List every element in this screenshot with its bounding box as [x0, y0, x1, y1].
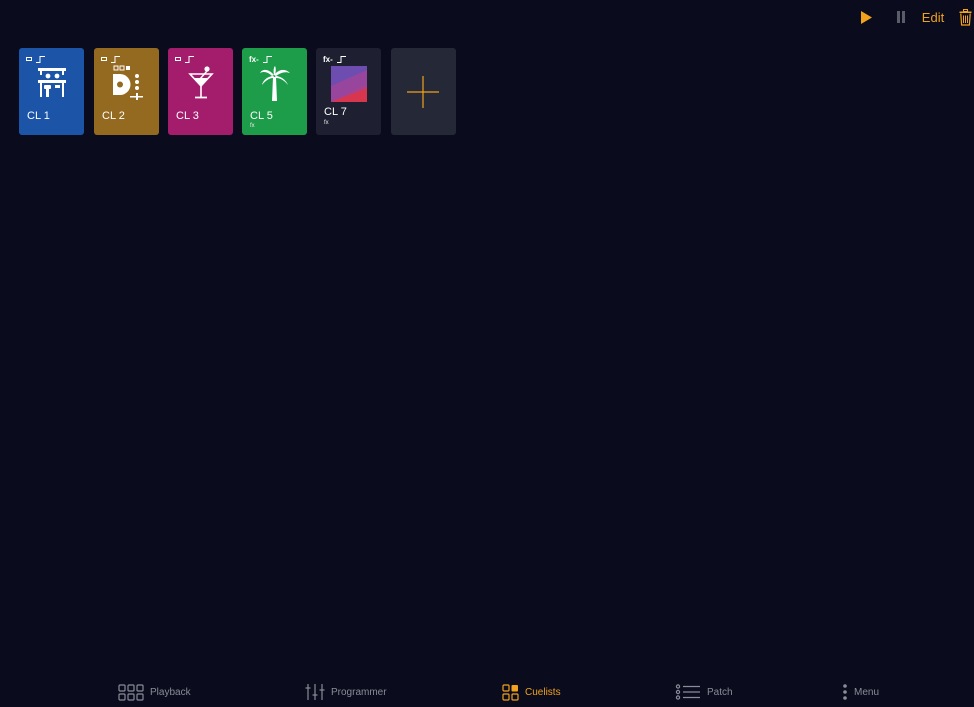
- cocktail-icon: [187, 66, 214, 99]
- cuelist-label: CL 3: [176, 110, 199, 122]
- play-icon: [861, 10, 872, 24]
- plus-icon: [407, 76, 439, 108]
- palm-tree-icon: [259, 66, 290, 101]
- cuelist-label: CL 5: [250, 110, 273, 122]
- cuelist-tile-cl5[interactable]: fx- CL 5 fx: [242, 48, 307, 135]
- cuelist-tile-cl7[interactable]: fx- CL 7 fx: [316, 48, 381, 135]
- pause-button[interactable]: [893, 6, 909, 28]
- cuelist-label: CL 7: [324, 106, 347, 118]
- cuelist-label: CL 1: [27, 110, 50, 122]
- cuelist-tile-cl1[interactable]: CL 1: [19, 48, 84, 135]
- cue-indicators: fx-: [249, 54, 273, 64]
- cuelists-icon: [502, 683, 519, 701]
- nav-programmer[interactable]: Programmer: [305, 677, 387, 707]
- edit-button[interactable]: Edit: [919, 6, 947, 28]
- nav-menu[interactable]: Menu: [842, 677, 879, 707]
- step-indicator-icon: [111, 55, 120, 63]
- trash-icon: [959, 8, 971, 26]
- list-icon: [675, 684, 700, 700]
- nav-playback[interactable]: Playback: [118, 677, 191, 707]
- top-toolbar: Edit: [0, 6, 974, 28]
- edit-label: Edit: [921, 9, 945, 25]
- cuelist-tile-cl2[interactable]: CL 2: [94, 48, 159, 135]
- cue-indicators: fx-: [323, 54, 347, 64]
- stop-indicator-icon: [101, 57, 107, 61]
- grid-icon: [118, 683, 144, 701]
- cuelist-sublabel: fx: [250, 123, 255, 129]
- step-indicator-icon: [262, 55, 272, 63]
- step-indicator-icon: [336, 55, 346, 63]
- nav-label: Cuelists: [525, 686, 561, 698]
- nav-label: Playback: [150, 686, 191, 698]
- pause-icon: [897, 11, 905, 23]
- cue-indicators: [26, 54, 46, 64]
- nav-patch[interactable]: Patch: [675, 677, 733, 707]
- color-gradient-icon: [330, 66, 367, 102]
- delete-button[interactable]: [957, 6, 973, 28]
- nav-label: Patch: [707, 686, 733, 698]
- stop-indicator-icon: [175, 57, 181, 61]
- bottom-nav: Playback Programmer Cuelists Patch Menu: [0, 677, 974, 707]
- cue-indicators: [101, 54, 121, 64]
- play-button[interactable]: [857, 6, 875, 28]
- dj-mixer-icon: [112, 65, 143, 100]
- fx-indicator: fx-: [249, 54, 259, 64]
- nav-cuelists[interactable]: Cuelists: [502, 677, 561, 707]
- stop-indicator-icon: [26, 57, 32, 61]
- nav-label: Menu: [854, 686, 880, 698]
- cuelist-sublabel: fx: [324, 120, 329, 126]
- sliders-icon: [305, 684, 325, 700]
- fx-indicator: fx-: [323, 54, 333, 64]
- cue-indicators: [175, 54, 195, 64]
- more-icon: [843, 684, 847, 700]
- cuelist-tile-cl3[interactable]: CL 3: [168, 48, 233, 135]
- add-cuelist-button[interactable]: [391, 48, 456, 135]
- cuelist-label: CL 2: [102, 110, 125, 122]
- step-indicator-icon: [185, 55, 194, 63]
- bar-counter-icon: [37, 68, 66, 97]
- step-indicator-icon: [36, 55, 45, 63]
- nav-label: Programmer: [331, 686, 387, 698]
